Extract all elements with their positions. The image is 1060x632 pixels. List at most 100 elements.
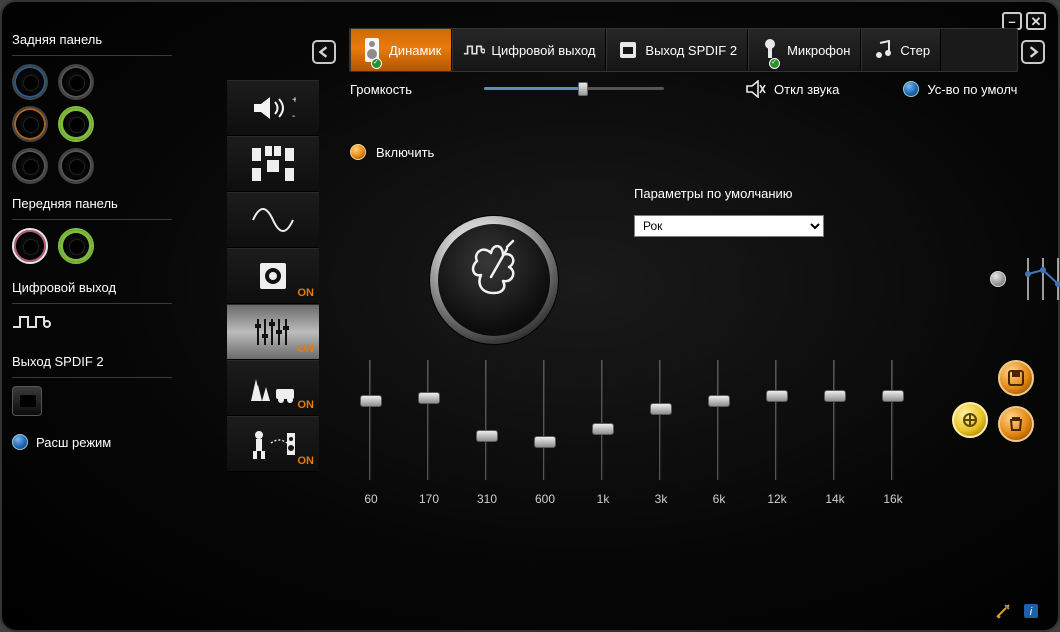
tab-digital-out[interactable]: Цифровой выход [452,29,606,71]
eq-band-label: 1k [597,492,610,506]
connectors-panel: Задняя панель Передняя панель Цифровой в… [12,30,172,450]
eq-slider[interactable] [824,360,846,480]
speakers-icon [249,146,297,182]
eq-band-600: 600 [526,360,564,506]
delete-preset-button[interactable] [998,406,1034,442]
advanced-mode-toggle[interactable]: Расш режим [12,434,172,450]
preset-params-title: Параметры по умолчанию [634,186,1036,201]
mute-label: Откл звука [774,82,839,97]
cat-sine[interactable] [227,192,319,248]
eq-band-label: 12k [767,492,786,506]
eq-band-60: 60 [352,360,390,506]
eq-slider[interactable] [476,360,498,480]
eq-band-label: 60 [364,492,377,506]
tab-label: Выход SPDIF 2 [645,43,737,58]
sine-icon [251,206,295,234]
eq-slider[interactable] [882,360,904,480]
cat-sub[interactable]: ON [227,248,319,304]
jack-rear-grey[interactable] [12,148,48,184]
tab-speaker[interactable]: Динамик [350,29,452,71]
cat-room[interactable]: ON [227,416,319,472]
volume-slider[interactable] [484,82,664,96]
info-button[interactable]: i [1022,602,1040,620]
tab-spdif2[interactable]: Выход SPDIF 2 [606,29,748,71]
main-panel: Громкость Откл звука Ус-во по умолч Вклю… [350,80,1036,586]
eq-slider[interactable] [418,360,440,480]
mute-icon [746,80,766,98]
check-badge-icon [769,58,780,69]
cat-speaker-config[interactable] [227,136,319,192]
eq-band-12k: 12k [758,360,796,506]
music-icon [872,37,894,63]
jack-rear-side[interactable] [58,148,94,184]
eq-band-label: 600 [535,492,555,506]
eq-band-3k: 3k [642,360,680,506]
front-panel-title: Передняя панель [12,196,172,211]
settings-button[interactable] [994,602,1012,620]
cat-equalizer[interactable]: ON [227,304,319,360]
svg-text:-: - [292,111,295,122]
jack-rear-orange[interactable] [12,106,48,142]
eq-band-1k: 1k [584,360,622,506]
eq-slider[interactable] [650,360,672,480]
eq-graphic-toggle[interactable] [990,254,1060,304]
mute-button[interactable]: Откл звука [746,80,839,98]
cat-environment[interactable]: ON [227,360,319,416]
preset-rock-knob[interactable] [430,216,558,344]
tab-label: Микрофон [787,43,850,58]
eq-slider[interactable] [534,360,556,480]
jack-rear-blue[interactable] [12,64,48,100]
tabs-scroll-right[interactable] [1021,40,1045,64]
eq-band-label: 170 [419,492,439,506]
eq-preset-buttons [998,360,1034,442]
jack-rear-green[interactable] [58,106,94,142]
audio-manager-window: – ✕ Задняя панель Передняя панель Цифров… [0,0,1060,632]
eq-band-6k: 6k [700,360,738,506]
radio-icon [350,144,366,160]
eq-band-label: 14k [825,492,844,506]
digital-out-title: Цифровой выход [12,280,172,295]
volume-icon: +- [250,93,296,123]
spdif2-title: Выход SPDIF 2 [12,354,172,369]
environment-icon [248,371,298,405]
eq-band-label: 6k [713,492,726,506]
default-device-toggle[interactable]: Ус-во по умолч [903,81,1017,97]
equalizer-sliders: 60 170 310 600 1k 3k 6k 12k 14k 16k [352,360,912,506]
close-button[interactable]: ✕ [1026,12,1046,30]
jack-front-green[interactable] [58,228,94,264]
spdif-icon [617,37,639,63]
save-preset-button[interactable] [998,360,1034,396]
room-icon [249,427,297,461]
tab-label: Динамик [389,43,441,58]
eq-band-14k: 14k [816,360,854,506]
volume-label: Громкость [350,82,412,97]
eq-slider[interactable] [708,360,730,480]
on-badge: ON [298,343,315,355]
eq-slider[interactable] [766,360,788,480]
jack-front-pink[interactable] [12,228,48,264]
svg-text:+: + [292,95,296,106]
flame-guitar-icon [451,231,537,330]
radio-icon [990,271,1006,287]
spdif2-jack[interactable] [12,386,42,416]
effect-category-column: +- ON ON ON [227,80,319,472]
subwoofer-icon [258,261,288,291]
tab-microphone[interactable]: Микрофон [748,29,861,71]
eq-enable-toggle[interactable]: Включить [350,144,1036,160]
preset-select[interactable]: Рок [634,215,824,237]
tab-label: Цифровой выход [491,43,595,58]
tabs-scroll-left[interactable] [312,40,336,64]
jack-rear-black[interactable] [58,64,94,100]
check-badge-icon [371,58,382,69]
eq-slider[interactable] [360,360,382,480]
digital-out-icon[interactable] [12,312,52,340]
eq-band-16k: 16k [874,360,912,506]
cat-volume[interactable]: +- [227,80,319,136]
eq-mini-icon [1020,254,1060,304]
eq-band-label: 16k [883,492,902,506]
tab-stereo-mix[interactable]: Стер [861,29,941,71]
eq-band-310: 310 [468,360,506,506]
radio-icon [903,81,919,97]
eq-slider[interactable] [592,360,614,480]
reset-preset-button[interactable] [952,402,988,438]
